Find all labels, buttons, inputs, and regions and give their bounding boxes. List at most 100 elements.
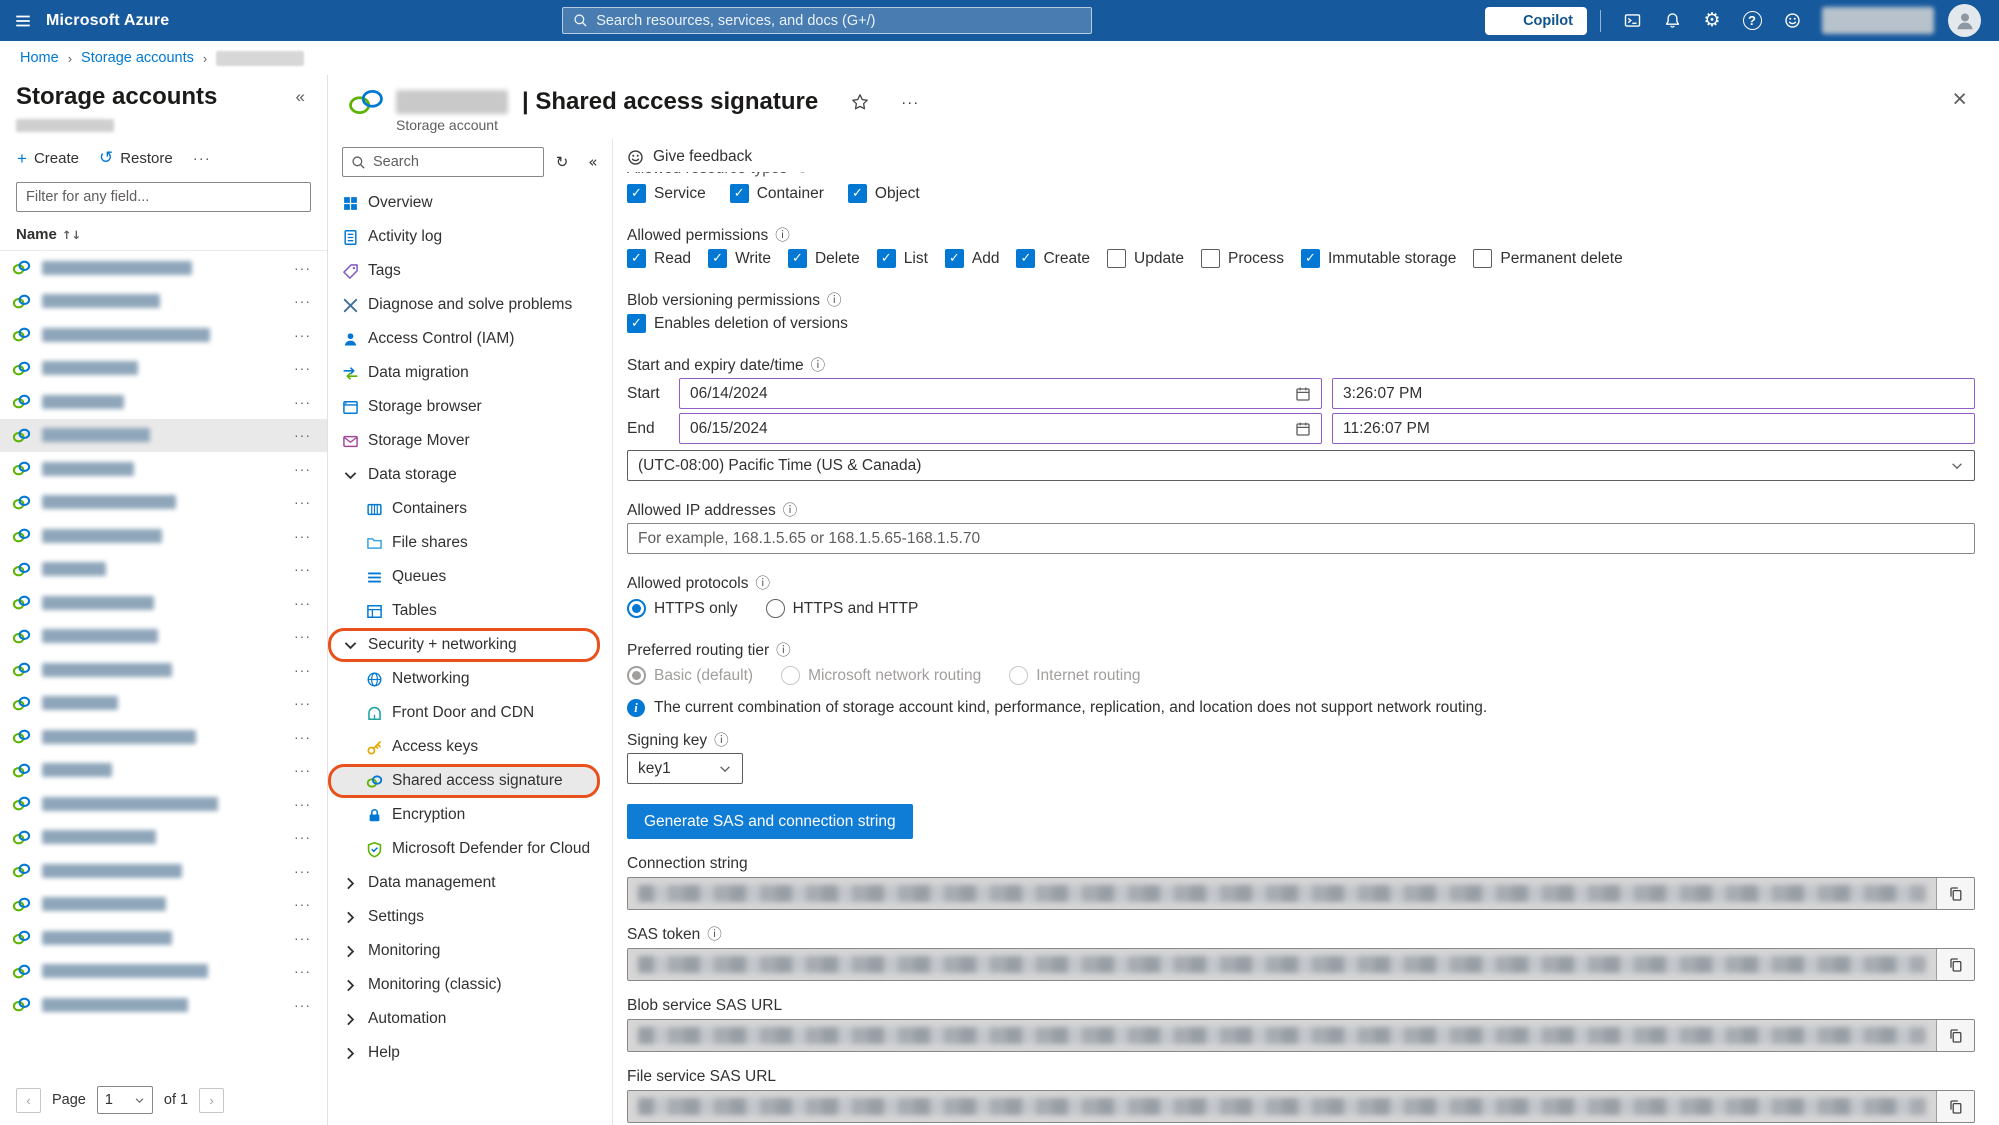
info-icon[interactable]: ⓘ bbox=[783, 504, 798, 519]
storage-account-row[interactable]: ··· bbox=[0, 586, 327, 620]
menu-item-activity-log[interactable]: Activity log bbox=[328, 220, 604, 254]
storage-account-row[interactable]: ··· bbox=[0, 653, 327, 687]
next-page-button[interactable]: › bbox=[199, 1088, 224, 1113]
row-actions-button[interactable]: ··· bbox=[290, 626, 315, 646]
account-avatar[interactable] bbox=[1948, 4, 1981, 37]
copy-button[interactable] bbox=[1936, 1091, 1974, 1122]
menu-group-security-networking[interactable]: Security + networking bbox=[328, 628, 600, 662]
start-time-input[interactable]: 3:26:07 PM bbox=[1332, 378, 1975, 409]
row-actions-button[interactable]: ··· bbox=[290, 961, 315, 981]
menu-collapse-button[interactable]: « bbox=[580, 149, 606, 175]
info-icon[interactable]: ⓘ bbox=[707, 928, 722, 943]
row-actions-button[interactable]: ··· bbox=[290, 794, 315, 814]
checkbox-add[interactable]: ✓Add bbox=[945, 249, 1000, 268]
menu-item-overview[interactable]: Overview bbox=[328, 186, 604, 220]
radio-https-only[interactable]: HTTPS only bbox=[627, 599, 738, 618]
copilot-button[interactable]: Copilot bbox=[1485, 7, 1587, 35]
info-icon[interactable]: ⓘ bbox=[776, 644, 791, 659]
checkbox-list[interactable]: ✓List bbox=[877, 249, 928, 268]
previous-page-button[interactable]: ‹ bbox=[16, 1088, 41, 1113]
checkbox-process[interactable]: Process bbox=[1201, 249, 1284, 268]
info-icon[interactable]: ⓘ bbox=[811, 359, 826, 374]
row-actions-button[interactable]: ··· bbox=[290, 258, 315, 278]
menu-item-containers[interactable]: Containers bbox=[328, 492, 604, 526]
row-actions-button[interactable]: ··· bbox=[290, 593, 315, 613]
copy-button[interactable] bbox=[1936, 949, 1974, 980]
storage-account-row[interactable]: ··· bbox=[0, 486, 327, 520]
checkbox-immutable-storage[interactable]: ✓Immutable storage bbox=[1301, 249, 1456, 268]
cloud-shell-button[interactable] bbox=[1614, 3, 1650, 39]
menu-item-shared-access-signature[interactable]: Shared access signature bbox=[328, 764, 600, 798]
storage-account-row[interactable]: ··· bbox=[0, 821, 327, 855]
storage-account-row[interactable]: ··· bbox=[0, 452, 327, 486]
give-feedback-link[interactable]: Give feedback bbox=[627, 143, 752, 171]
row-actions-button[interactable]: ··· bbox=[290, 392, 315, 412]
close-blade-button[interactable]: × bbox=[1948, 87, 1971, 112]
breadcrumb-home[interactable]: Home bbox=[20, 50, 59, 66]
settings-button[interactable]: ⚙ bbox=[1694, 3, 1730, 39]
row-actions-button[interactable]: ··· bbox=[290, 827, 315, 847]
menu-group-monitoring[interactable]: Monitoring bbox=[328, 934, 604, 968]
storage-account-row[interactable]: ··· bbox=[0, 519, 327, 553]
menu-search-box[interactable] bbox=[342, 147, 544, 177]
storage-account-row[interactable]: ··· bbox=[0, 787, 327, 821]
feedback-button[interactable] bbox=[1774, 3, 1810, 39]
menu-group-automation[interactable]: Automation bbox=[328, 1002, 604, 1036]
menu-item-storage-mover[interactable]: Storage Mover bbox=[328, 424, 604, 458]
checkbox-permanent-delete[interactable]: Permanent delete bbox=[1473, 249, 1622, 268]
menu-group-help[interactable]: Help bbox=[328, 1036, 604, 1070]
row-actions-button[interactable]: ··· bbox=[290, 660, 315, 680]
global-search-box[interactable] bbox=[562, 7, 1092, 34]
name-column-header[interactable]: Name ↑↓ bbox=[0, 218, 327, 251]
row-actions-button[interactable]: ··· bbox=[290, 526, 315, 546]
row-actions-button[interactable]: ··· bbox=[290, 325, 315, 345]
help-button[interactable]: ? bbox=[1734, 3, 1770, 39]
blade-more-button[interactable]: ··· bbox=[898, 91, 922, 114]
menu-item-diagnose-and-solve-problems[interactable]: Diagnose and solve problems bbox=[328, 288, 604, 322]
row-actions-button[interactable]: ··· bbox=[290, 425, 315, 445]
menu-group-data-storage[interactable]: Data storage bbox=[328, 458, 604, 492]
panel-collapse-button[interactable]: « bbox=[290, 85, 311, 109]
storage-account-row[interactable]: ··· bbox=[0, 888, 327, 922]
filter-box[interactable] bbox=[16, 182, 311, 212]
checkbox-update[interactable]: Update bbox=[1107, 249, 1184, 268]
end-date-input[interactable]: 06/15/2024 bbox=[679, 413, 1322, 444]
storage-account-row[interactable]: ··· bbox=[0, 620, 327, 654]
radio-https-and-http[interactable]: HTTPS and HTTP bbox=[766, 599, 919, 618]
row-actions-button[interactable]: ··· bbox=[290, 358, 315, 378]
copy-button[interactable] bbox=[1936, 878, 1974, 909]
menu-item-access-control-iam[interactable]: Access Control (IAM) bbox=[328, 322, 604, 356]
menu-item-tables[interactable]: Tables bbox=[328, 594, 604, 628]
start-date-input[interactable]: 06/14/2024 bbox=[679, 378, 1322, 409]
row-actions-button[interactable]: ··· bbox=[290, 995, 315, 1015]
menu-item-file-shares[interactable]: File shares bbox=[328, 526, 604, 560]
checkbox-container[interactable]: ✓Container bbox=[730, 184, 824, 203]
toolbar-more-button[interactable]: ··· bbox=[184, 145, 220, 172]
storage-account-row[interactable]: ··· bbox=[0, 955, 327, 989]
storage-account-row[interactable]: ··· bbox=[0, 419, 327, 453]
row-actions-button[interactable]: ··· bbox=[290, 760, 315, 780]
info-icon[interactable]: ⓘ bbox=[755, 577, 770, 592]
menu-item-front-door-and-cdn[interactable]: Front Door and CDN bbox=[328, 696, 604, 730]
storage-account-row[interactable]: ··· bbox=[0, 553, 327, 587]
menu-refresh-button[interactable]: ↻ bbox=[549, 149, 575, 175]
menu-item-data-migration[interactable]: Data migration bbox=[328, 356, 604, 390]
menu-item-queues[interactable]: Queues bbox=[328, 560, 604, 594]
copy-button[interactable] bbox=[1936, 1020, 1974, 1051]
storage-account-row[interactable]: ··· bbox=[0, 352, 327, 386]
hamburger-menu-button[interactable] bbox=[0, 0, 46, 41]
info-icon[interactable]: ⓘ bbox=[775, 229, 790, 244]
allowed-ip-input[interactable] bbox=[627, 523, 1975, 554]
menu-item-storage-browser[interactable]: Storage browser bbox=[328, 390, 604, 424]
row-actions-button[interactable]: ··· bbox=[290, 861, 315, 881]
end-time-input[interactable]: 11:26:07 PM bbox=[1332, 413, 1975, 444]
row-actions-button[interactable]: ··· bbox=[290, 559, 315, 579]
menu-group-settings[interactable]: Settings bbox=[328, 900, 604, 934]
row-actions-button[interactable]: ··· bbox=[290, 492, 315, 512]
checkbox-create[interactable]: ✓Create bbox=[1016, 249, 1090, 268]
menu-item-access-keys[interactable]: Access keys bbox=[328, 730, 604, 764]
timezone-select[interactable]: (UTC-08:00) Pacific Time (US & Canada) bbox=[627, 450, 1975, 481]
storage-account-row[interactable]: ··· bbox=[0, 385, 327, 419]
row-actions-button[interactable]: ··· bbox=[290, 693, 315, 713]
checkbox-service[interactable]: ✓Service bbox=[627, 184, 706, 203]
